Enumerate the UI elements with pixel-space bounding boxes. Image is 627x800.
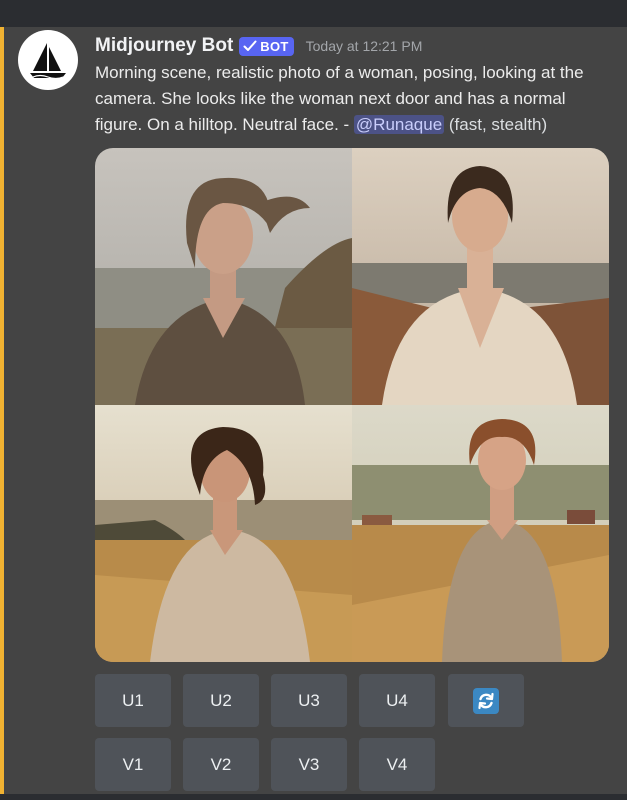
upscale-3-button[interactable]: U3 bbox=[271, 674, 347, 727]
mention-highlight-bar bbox=[0, 27, 4, 794]
image-4-photo bbox=[352, 405, 609, 662]
top-bar bbox=[0, 0, 627, 27]
generation-meta: (fast, stealth) bbox=[444, 115, 548, 134]
grid-image-1[interactable] bbox=[95, 148, 352, 405]
timestamp: Today at 12:21 PM bbox=[305, 38, 423, 54]
grid-image-4[interactable] bbox=[352, 405, 609, 662]
user-mention[interactable]: @Runaque bbox=[353, 115, 445, 134]
grid-image-2[interactable] bbox=[352, 148, 609, 405]
variation-2-button[interactable]: V2 bbox=[183, 738, 259, 791]
author-name[interactable]: Midjourney Bot bbox=[95, 35, 233, 57]
sailboat-icon bbox=[30, 43, 66, 80]
image-1-photo bbox=[95, 148, 352, 405]
bot-badge: BOT bbox=[239, 36, 294, 56]
image-grid[interactable] bbox=[95, 148, 609, 662]
upscale-4-button[interactable]: U4 bbox=[359, 674, 435, 727]
grid-image-3[interactable] bbox=[95, 405, 352, 662]
variation-3-button[interactable]: V3 bbox=[271, 738, 347, 791]
bot-avatar[interactable] bbox=[18, 30, 78, 90]
message-header: Midjourney Bot BOT Today at 12:21 PM bbox=[95, 33, 422, 59]
reroll-button[interactable] bbox=[448, 674, 524, 727]
variation-1-button[interactable]: V1 bbox=[95, 738, 171, 791]
upscale-1-button[interactable]: U1 bbox=[95, 674, 171, 727]
bot-badge-label: BOT bbox=[260, 38, 289, 54]
message-content: Morning scene, realistic photo of a woma… bbox=[95, 60, 615, 138]
verified-check-icon bbox=[243, 40, 257, 51]
prompt-separator: - bbox=[338, 115, 354, 134]
bot-message: Midjourney Bot BOT Today at 12:21 PM Mor… bbox=[0, 27, 627, 794]
image-3-photo bbox=[95, 405, 352, 662]
upscale-2-button[interactable]: U2 bbox=[183, 674, 259, 727]
bottom-bar bbox=[0, 794, 627, 800]
refresh-icon bbox=[473, 687, 499, 714]
variation-4-button[interactable]: V4 bbox=[359, 738, 435, 791]
image-2-photo bbox=[352, 148, 609, 405]
